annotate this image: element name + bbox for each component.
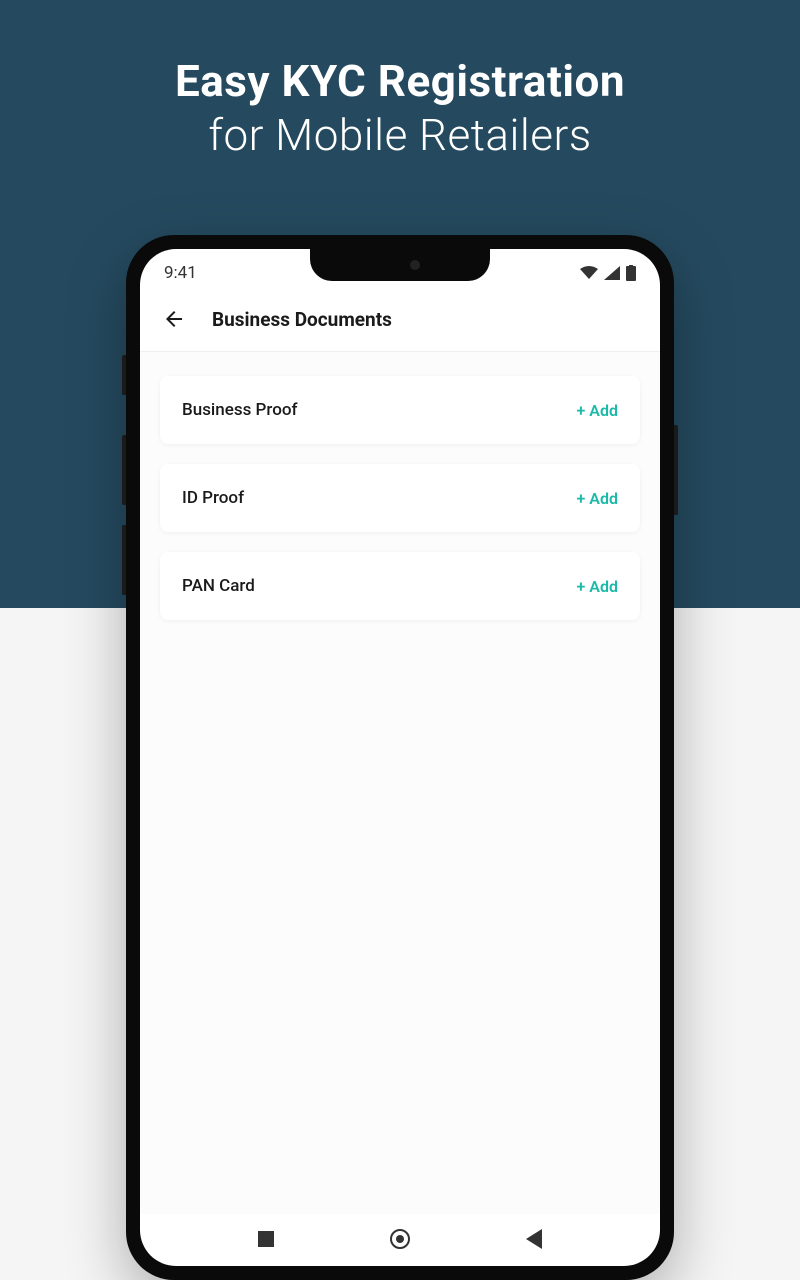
signal-icon [604, 266, 620, 280]
nav-recent-apps-icon[interactable] [258, 1231, 274, 1247]
content-area: Business Proof + Add ID Proof + Add PAN … [140, 352, 660, 1214]
promo-heading-light: for Mobile Retailers [0, 109, 800, 161]
add-button[interactable]: + Add [577, 489, 618, 508]
status-time: 9:41 [164, 263, 197, 283]
phone-volume-up [122, 435, 126, 505]
phone-mockup: 9:41 [126, 235, 674, 1280]
android-nav-bar [140, 1212, 660, 1266]
document-label: Business Proof [182, 400, 298, 420]
back-button[interactable] [160, 305, 188, 333]
document-card-pan-card[interactable]: PAN Card + Add [160, 552, 640, 620]
document-label: ID Proof [182, 488, 244, 508]
phone-side-button [122, 355, 126, 395]
page-title: Business Documents [212, 308, 392, 331]
document-label: PAN Card [182, 576, 255, 596]
promo-text: Easy KYC Registration for Mobile Retaile… [0, 55, 800, 161]
wifi-icon [580, 266, 598, 280]
phone-frame: 9:41 [126, 235, 674, 1280]
phone-screen: 9:41 [140, 249, 660, 1266]
notch-camera [410, 260, 420, 270]
battery-icon [626, 265, 636, 281]
phone-power-button [674, 425, 678, 515]
document-card-business-proof[interactable]: Business Proof + Add [160, 376, 640, 444]
document-card-id-proof[interactable]: ID Proof + Add [160, 464, 640, 532]
phone-notch [310, 249, 490, 281]
status-icons [580, 265, 636, 281]
app-header: Business Documents [140, 291, 660, 352]
promo-heading-bold: Easy KYC Registration [0, 55, 800, 107]
nav-home-icon[interactable] [390, 1229, 410, 1249]
add-button[interactable]: + Add [577, 401, 618, 420]
arrow-left-icon [162, 307, 186, 331]
phone-volume-down [122, 525, 126, 595]
nav-back-icon[interactable] [526, 1229, 542, 1249]
add-button[interactable]: + Add [577, 577, 618, 596]
